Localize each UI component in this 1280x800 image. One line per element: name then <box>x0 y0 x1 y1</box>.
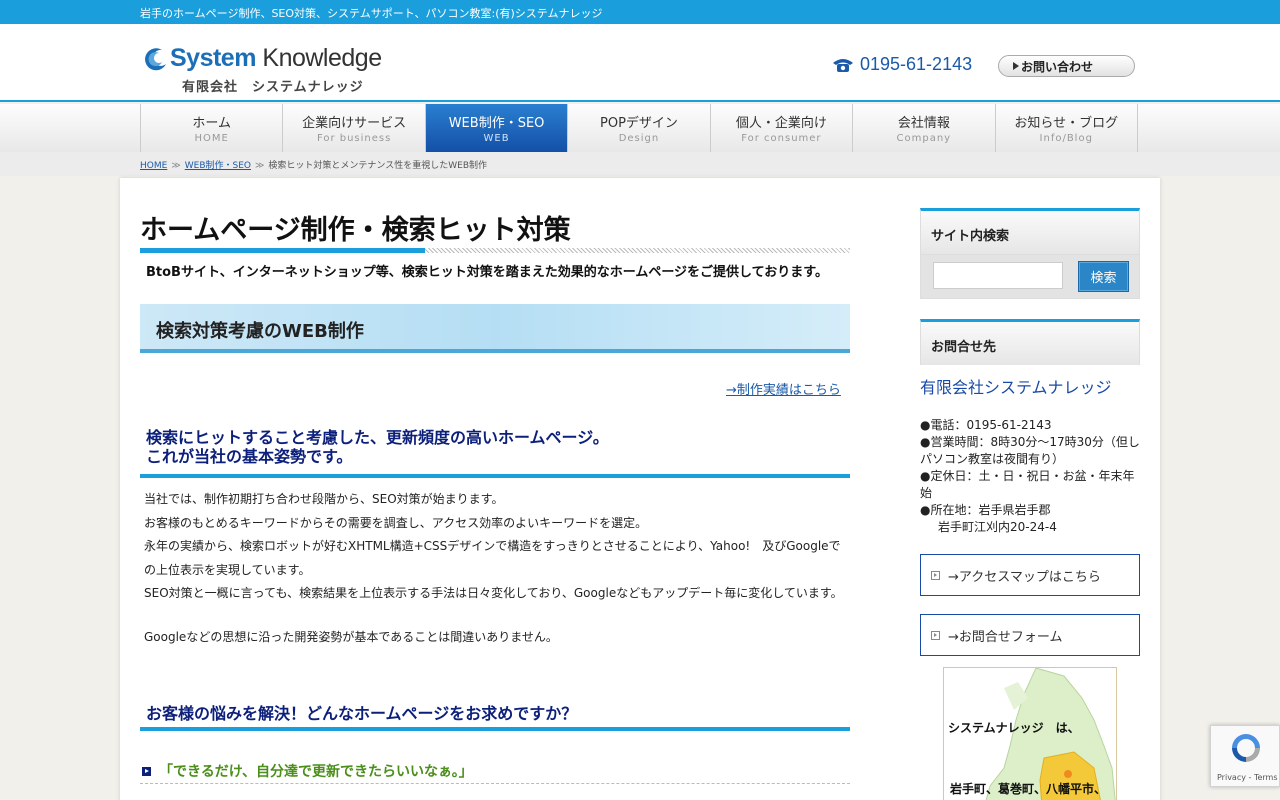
phone-number: 0195-61-2143 <box>832 54 972 75</box>
header: System Knowledge 有限会社 システムナレッジ 0195-61-2… <box>0 24 1280 102</box>
play-arrow-icon <box>1013 62 1019 70</box>
nav-item-info-blog[interactable]: お知らせ・ブログ Info/Blog <box>996 104 1138 152</box>
paragraph: Googleなどの思想に沿った開発姿勢が基本であることは間違いありません。 <box>144 629 558 644</box>
info-line: ●営業時間：8時30分～17時30分（但しパソコン教室は夜間有り） <box>920 435 1140 466</box>
nav-item-company[interactable]: 会社情報 Company <box>853 104 996 152</box>
top-bar: 岩手のホームページ制作、SEO対策、システムサポート、パソコン教室:(有)システ… <box>0 0 1280 24</box>
contact-button[interactable]: お問い合わせ <box>998 55 1135 77</box>
nav-item-label: お知らせ・ブログ <box>1014 116 1119 131</box>
breadcrumb-current: 検索ヒット対策とメンテナンス性を重視したWEB制作 <box>268 161 487 171</box>
link-arrow-icon <box>931 570 940 580</box>
subheading-rule <box>140 474 850 478</box>
paragraph: SEO対策と一概に言っても、検索結果を上位表示する手法は日々変化しており、Goo… <box>144 586 843 600</box>
nav-item-sublabel: For business <box>316 133 392 144</box>
breadcrumb-section-link[interactable]: WEB制作・SEO <box>185 161 251 171</box>
paragraph: お客様のもとめるキーワードからその需要を調査し、アクセス効率のよいキーワードを選… <box>144 515 648 530</box>
info-line: ●定休日：土・日・祝日・お盆・年末年始 <box>920 469 1135 500</box>
link-arrow-icon <box>931 630 940 640</box>
nav-item-label: WEB制作・SEO <box>448 116 545 131</box>
nav-item-label: POPデザイン <box>600 116 678 131</box>
logo-text: System Knowledge <box>170 44 382 72</box>
nav-item-for-business[interactable]: 企業向けサービス For business <box>283 104 426 152</box>
nav-item-sublabel: WEB <box>483 133 510 144</box>
search-input[interactable] <box>933 262 1063 289</box>
access-map-link[interactable]: →アクセスマップはこちら <box>920 554 1140 596</box>
nav-item-sublabel: HOME <box>194 133 229 144</box>
recaptcha-badge[interactable]: Privacy - Terms <box>1210 725 1280 787</box>
nav-item-label: 企業向けサービス <box>302 116 407 131</box>
chevron-right-icon: ≫ <box>254 161 265 171</box>
nav-item-for-consumer[interactable]: 個人・企業向け For consumer <box>711 104 854 152</box>
contact-form-link[interactable]: →お問合せフォーム <box>920 614 1140 656</box>
subheading: 検索にヒットすること考慮した、更新頻度の高いホームページ。 これが当社の基本姿勢… <box>146 428 609 466</box>
site-tagline: 岩手のホームページ制作、SEO対策、システムサポート、パソコン教室:(有)システ… <box>140 7 603 20</box>
nav-item-sublabel: Design <box>618 133 660 144</box>
info-line: ●所在地：岩手県岩手郡 <box>920 503 1051 517</box>
contact-widget-header: お問合せ先 <box>920 319 1140 365</box>
subheading-rule <box>140 727 850 731</box>
breadcrumb-home-link[interactable]: HOME <box>140 161 167 171</box>
recaptcha-links[interactable]: Privacy - Terms <box>1217 773 1278 782</box>
problem-heading: 「できるだけ、自分達で更新できたらいいなぁ。」 <box>142 761 473 781</box>
company-info: ●電話：0195-61-2143 ●営業時間：8時30分～17時30分（但しパソ… <box>920 417 1140 536</box>
breadcrumb: HOME ≫ WEB制作・SEO ≫ 検索ヒット対策とメンテナンス性を重視したWEB制作 <box>0 152 1280 176</box>
contact-widget-title: お問合せ先 <box>931 340 997 355</box>
nav-item-design[interactable]: POPデザイン Design <box>568 104 711 152</box>
nav-item-label: ホーム <box>192 116 232 131</box>
nav-item-sublabel: Company <box>896 133 952 144</box>
search-widget-title: サイト内検索 <box>931 229 1010 244</box>
subheading-problems: お客様の悩みを解決！どんなホームページをお求めですか？ <box>146 704 578 723</box>
page-title: ホームページ制作・検索ヒット対策 <box>140 215 571 246</box>
bullet-arrow-icon <box>142 766 151 776</box>
info-line: 岩手町江刈内20-24-4 <box>938 520 1057 534</box>
chevron-right-icon: ≫ <box>171 161 181 171</box>
nav-item-sublabel: Info/Blog <box>1039 133 1093 144</box>
map-caption: システムナレッジ は、 <box>948 721 1080 735</box>
map-caption-areas: 岩手町、葛巻町、八幡平市、 <box>950 782 1107 796</box>
nav-item-label: 個人・企業向け <box>735 116 827 131</box>
search-widget: 検索 <box>920 254 1140 299</box>
search-widget-header: サイト内検索 <box>920 208 1140 254</box>
logo-company-name: 有限会社 システムナレッジ <box>182 80 364 95</box>
logo-swirl-icon <box>145 48 166 71</box>
paragraph: 当社では、制作初期打ち合わせ段階から、SEO対策が始まります。 <box>144 492 504 506</box>
dashed-divider <box>140 783 850 784</box>
nav-item-label: 会社情報 <box>897 116 950 131</box>
main-nav: ホーム HOME 企業向けサービス For business WEB制作・SEO WEB P… <box>0 104 1280 152</box>
section-heading: 検索対策考慮のWEB制作 <box>140 304 850 353</box>
nav-item-home[interactable]: ホーム HOME <box>141 104 284 152</box>
service-area-map[interactable]: システムナレッジ は、 岩手町、葛巻町、八幡平市、 <box>943 667 1117 800</box>
lead-text: BtoBサイト、インターネットショップ等、検索ヒット対策を踏まえた効果的なホーム… <box>146 265 828 280</box>
phone-icon <box>833 59 853 73</box>
info-line: ●電話：0195-61-2143 <box>920 418 1052 432</box>
search-button[interactable]: 検索 <box>1078 261 1129 292</box>
works-link[interactable]: →制作実績はこちら <box>726 379 841 398</box>
company-name: 有限会社システムナレッジ <box>920 378 1112 397</box>
nav-item-web[interactable]: WEB制作・SEO WEB <box>425 104 569 152</box>
site-logo[interactable]: System Knowledge 有限会社 システムナレッジ <box>140 44 382 96</box>
title-underline <box>140 248 850 253</box>
body-text: 当社では、制作初期打ち合わせ段階から、SEO対策が始まります。 お客様のもとめる… <box>144 488 850 649</box>
recaptcha-icon <box>1232 734 1260 762</box>
nav-item-sublabel: For consumer <box>741 133 822 144</box>
paragraph: 永年の実績から、検索ロボットが好むXHTML構造+CSSデザインで構造をすっきり… <box>144 539 841 577</box>
